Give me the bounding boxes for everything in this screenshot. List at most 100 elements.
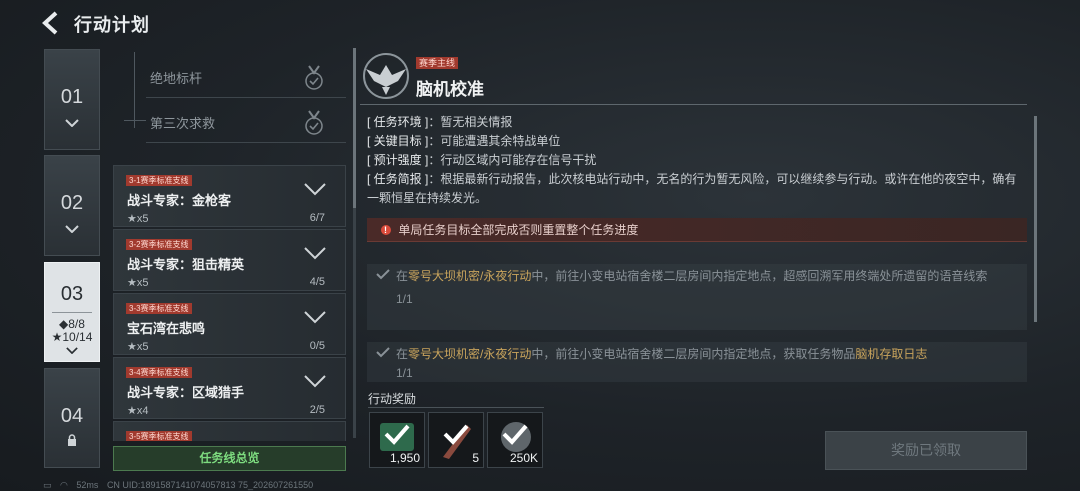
rewards-claimed-button[interactable]: 奖励已领取 xyxy=(825,431,1027,470)
chapter-tab-01[interactable]: 01 xyxy=(44,49,100,150)
chevron-down-icon xyxy=(65,225,79,233)
chevron-down-icon[interactable] xyxy=(303,246,327,260)
ping-value: 52ms xyxy=(76,480,99,490)
objective-highlight: 零号大坝机密/永夜行动 xyxy=(408,269,532,283)
check-icon xyxy=(502,424,528,445)
eagle-emblem-icon xyxy=(363,53,409,99)
sub-objective-label: 第三次求救 xyxy=(150,116,216,131)
divider xyxy=(368,407,544,408)
mission-item[interactable]: 3-5赛季标准支线 xyxy=(113,421,346,441)
medal-check-icon xyxy=(305,65,323,90)
star-count: ★10/14 xyxy=(51,330,93,344)
info-value: ：可能遭遇其余特战单位 xyxy=(428,134,561,148)
mission-progress: 2/5 xyxy=(309,404,325,416)
mission-tag: 3-2赛季标准支线 xyxy=(126,239,192,250)
mission-stars: ★x5 xyxy=(127,213,149,225)
objective-body: 中，前往小变电站宿舍楼二层房间内指定地点，获取任务物品 xyxy=(531,347,856,361)
objective-item: 在零号大坝机密/永夜行动中，前往小变电站宿舍楼二层房间内指定地点，超感回溯军用终… xyxy=(367,264,1027,330)
mission-tag: 3-4赛季标准支线 xyxy=(126,367,192,378)
divider xyxy=(360,104,1027,105)
detail-scroll-thumb[interactable] xyxy=(1034,116,1037,322)
objective-count: 1/1 xyxy=(396,292,413,306)
mission-stars: ★x4 xyxy=(127,405,149,417)
objective-prefix: 在 xyxy=(396,347,409,361)
info-key-target: [ 关键目标 ]：可能遭遇其余特战单位 xyxy=(367,132,1027,151)
reward-slot[interactable]: 250K xyxy=(487,412,543,468)
reward-slot[interactable]: 1,950 xyxy=(369,412,425,468)
wifi-icon: ◠ xyxy=(60,480,68,490)
medal-check-icon xyxy=(305,110,323,135)
objective-text: 在零号大坝机密/永夜行动中，前往小变电站宿舍楼二层房间内指定地点，超感回溯军用终… xyxy=(377,268,1017,285)
lock-icon xyxy=(68,434,76,446)
season-main-tag: 赛季主线 xyxy=(416,57,459,69)
chapter-number: 04 xyxy=(60,405,84,427)
divider xyxy=(52,312,92,313)
mission-item[interactable]: 3-1赛季标准支线 战斗专家：金枪客 ★x5 6/7 xyxy=(113,165,346,227)
info-environment: [ 任务环境 ]：暂无相关情报 xyxy=(367,113,1027,132)
info-value: ：行动区域内可能存在信号干扰 xyxy=(428,153,597,167)
mission-name: 宝石湾在悲鸣 xyxy=(127,321,206,336)
info-briefing: [ 任务简报 ]：根据最新行动报告，此次核电站行动中，无名的行为暂无风险，可以继… xyxy=(367,170,1027,208)
chapter-tab-03[interactable]: 03 ◆8/8 ★10/14 xyxy=(44,262,100,362)
chapter-tab-02[interactable]: 02 xyxy=(44,155,100,256)
mission-name: 战斗专家：狙击精英 xyxy=(127,257,245,272)
rewards-label: 行动奖励 xyxy=(368,392,417,406)
chevron-down-icon[interactable] xyxy=(303,374,327,388)
check-icon xyxy=(376,347,390,358)
mission-line-overview-button[interactable]: 任务线总览 xyxy=(113,446,346,471)
reward-slot[interactable]: 5 xyxy=(428,412,484,468)
tree-branch xyxy=(124,120,146,121)
reward-amount: 5 xyxy=(472,451,479,465)
mission-item[interactable]: 3-2赛季标准支线 战斗专家：狙击精英 ★x5 4/5 xyxy=(113,229,346,291)
objective-item: 在零号大坝机密/永夜行动中，前往小变电站宿舍楼二层房间内指定地点，获取任务物品脑… xyxy=(367,342,1027,382)
back-arrow-icon[interactable] xyxy=(40,10,64,36)
info-value: ：根据最新行动报告，此次核电站行动中，无名的行为暂无风险，可以继续参与行动。或许… xyxy=(367,172,1017,205)
mission-tag: 3-5赛季标准支线 xyxy=(126,431,192,441)
mission-progress: 6/7 xyxy=(309,212,325,224)
mission-item[interactable]: 3-3赛季标准支线 宝石湾在悲鸣 ★x5 0/5 xyxy=(113,293,346,355)
info-intensity: [ 预计强度 ]：行动区域内可能存在信号干扰 xyxy=(367,151,1027,170)
mission-list[interactable]: 3-1赛季标准支线 战斗专家：金枪客 ★x5 6/7 3-2赛季标准支线 战斗专… xyxy=(113,155,346,441)
chevron-down-icon[interactable] xyxy=(303,310,327,324)
mission-stars: ★x5 xyxy=(127,341,149,353)
objective-count: 1/1 xyxy=(396,366,413,380)
chapter-number: 02 xyxy=(60,192,84,214)
battery-icon: ▭ xyxy=(43,480,52,490)
page-title: 行动计划 xyxy=(74,15,150,35)
mission-stars: ★x5 xyxy=(127,277,149,289)
chapter-number: 03 xyxy=(60,283,84,305)
mission-name: 战斗专家：区域猎手 xyxy=(127,385,245,400)
sub-objective-item[interactable]: 绝地标杆 xyxy=(146,58,346,98)
chapter-tab-04[interactable]: 04 xyxy=(44,368,100,468)
list-scroll-thumb[interactable] xyxy=(353,48,356,208)
check-icon xyxy=(376,269,390,280)
check-icon xyxy=(384,424,410,445)
objective-text: 在零号大坝机密/永夜行动中，前往小变电站宿舍楼二层房间内指定地点，获取任务物品脑… xyxy=(377,346,1017,363)
chevron-down-icon xyxy=(65,119,79,127)
objective-body: 中，前往小变电站宿舍楼二层房间内指定地点，超感回溯军用终端处所遗留的语音线索 xyxy=(531,269,988,283)
mission-item[interactable]: 3-4赛季标准支线 战斗专家：区域猎手 ★x4 2/5 xyxy=(113,357,346,419)
reward-amount: 1,950 xyxy=(389,451,420,465)
mission-progress: 4/5 xyxy=(309,276,325,288)
objective-item-highlight: 脑机存取日志 xyxy=(855,347,928,361)
alert-icon xyxy=(381,218,391,242)
chapter-number: 01 xyxy=(60,86,84,108)
mission-title: 脑机校准 xyxy=(416,80,484,99)
objective-highlight: 零号大坝机密/永夜行动 xyxy=(408,347,532,361)
mission-tag: 3-1赛季标准支线 xyxy=(126,175,192,186)
reward-amount: 250K xyxy=(509,451,538,465)
info-key: [ 任务简报 ] xyxy=(367,172,429,186)
chevron-down-icon[interactable] xyxy=(303,182,327,196)
chevron-down-icon xyxy=(66,347,78,354)
warning-banner: 单局任务目标全部完成否则重置整个任务进度 xyxy=(367,218,1027,242)
mission-progress: 0/5 xyxy=(309,340,325,352)
check-icon xyxy=(443,424,469,445)
info-key: [ 任务环境 ] xyxy=(367,115,429,129)
mission-tag: 3-3赛季标准支线 xyxy=(126,303,192,314)
sub-objective-item[interactable]: 第三次求救 xyxy=(146,103,346,143)
info-key: [ 关键目标 ] xyxy=(367,134,429,148)
sub-objective-label: 绝地标杆 xyxy=(150,71,203,86)
mission-name: 战斗专家：金枪客 xyxy=(127,193,232,208)
uid-text: CN UID:1891587141074057813 75_2026072615… xyxy=(106,480,314,490)
info-value: ：暂无相关情报 xyxy=(428,115,513,129)
